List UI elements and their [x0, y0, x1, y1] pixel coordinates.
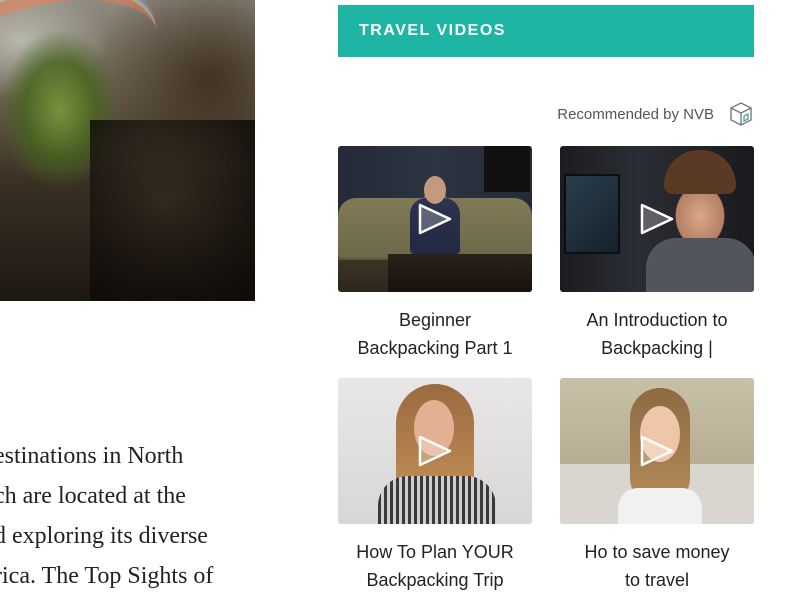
play-icon[interactable]: [638, 434, 676, 468]
video-title-line: Backpacking Part 1: [357, 338, 513, 358]
article-line: estinations in North: [0, 443, 184, 469]
video-title-line: to travel: [624, 570, 690, 590]
video-title[interactable]: Beginner Backpacking Part 1: [338, 306, 532, 362]
coffee-table: [388, 254, 532, 292]
video-thumbnail[interactable]: [338, 146, 532, 292]
tree-foliage: [90, 120, 255, 301]
nvb-cube-icon: [730, 102, 752, 126]
monitor: [564, 174, 620, 254]
video-title[interactable]: Ho to save money to travel: [560, 538, 754, 594]
video-title-line: Ho to save money: [584, 542, 730, 562]
video-thumbnail[interactable]: [560, 146, 754, 292]
play-icon[interactable]: [416, 202, 454, 236]
person-hair: [664, 150, 736, 194]
recommended-by[interactable]: Recommended by NVB: [470, 100, 754, 128]
person-shirt: [378, 476, 496, 524]
video-thumbnail[interactable]: [560, 378, 754, 524]
article-body: estinations in North ch are located at t…: [0, 436, 244, 596]
article-line: ch are located at the: [0, 483, 186, 509]
video-card[interactable]: How To Plan YOUR Backpacking Trip: [338, 378, 532, 594]
play-icon[interactable]: [638, 202, 676, 236]
person-top: [618, 488, 702, 524]
video-title[interactable]: An Introduction to Backpacking |: [560, 306, 754, 362]
video-thumbnail[interactable]: [338, 378, 532, 524]
play-icon[interactable]: [416, 434, 454, 468]
video-card[interactable]: An Introduction to Backpacking |: [560, 146, 754, 362]
video-title-line: An Introduction to: [586, 310, 728, 330]
video-title-line: Beginner: [398, 310, 472, 330]
recommended-label: Recommended by NVB: [557, 105, 714, 123]
person-body: [646, 238, 754, 292]
article-line: rica. The Top Sights of: [0, 563, 214, 589]
video-card[interactable]: Beginner Backpacking Part 1: [338, 146, 532, 362]
video-card[interactable]: Ho to save money to travel: [560, 378, 754, 594]
video-title-line: How To Plan YOUR: [356, 542, 514, 562]
wall-flag: [484, 146, 530, 192]
video-title-line: Backpacking |: [601, 338, 713, 358]
travel-videos-header: TRAVEL VIDEOS: [338, 5, 754, 57]
person-head: [424, 176, 446, 204]
video-title[interactable]: How To Plan YOUR Backpacking Trip: [338, 538, 532, 594]
hero-image: [0, 0, 255, 301]
article-line: d exploring its diverse: [0, 523, 208, 549]
video-title-line: Backpacking Trip: [366, 570, 504, 590]
